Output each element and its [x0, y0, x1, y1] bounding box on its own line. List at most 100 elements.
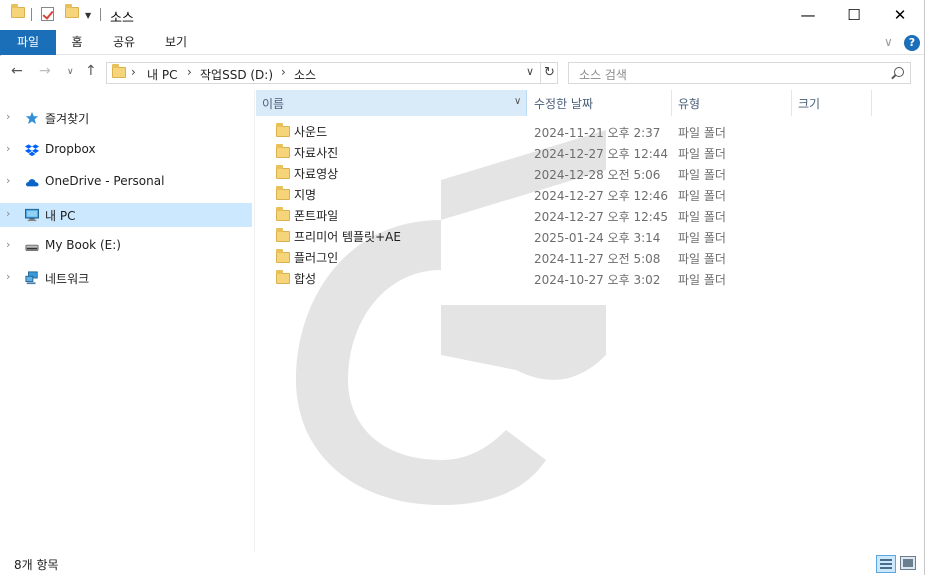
table-row[interactable]: 플러그인 2024-11-27 오전 5:08 파일 폴더: [256, 247, 910, 268]
file-name: 자료사진: [294, 146, 339, 160]
nav-item-dropbox[interactable]: › Dropbox: [0, 138, 252, 162]
address-bar[interactable]: › 내 PC › 작업SSD (D:) › 소스 ∨ ↻: [106, 62, 558, 84]
file-date: 2024-11-27 오전 5:08: [534, 252, 661, 266]
folder-icon: [276, 144, 290, 158]
maximize-button[interactable]: ☐: [831, 0, 877, 30]
folder-icon: [276, 270, 290, 284]
toolbar-divider: [100, 8, 101, 21]
nav-item-quick-access[interactable]: › 즐겨찾기: [0, 106, 252, 130]
expand-ribbon-icon[interactable]: ∨: [884, 35, 893, 49]
nav-item-my-book[interactable]: › My Book (E:): [0, 234, 252, 258]
file-type: 파일 폴더: [678, 168, 726, 182]
back-arrow-icon[interactable]: ←: [11, 63, 23, 79]
table-row[interactable]: 합성 2024-10-27 오후 3:02 파일 폴더: [256, 268, 910, 289]
window-title: 소스: [110, 11, 134, 26]
column-header-label: 이름: [262, 97, 285, 111]
nav-item-label: 네트워크: [45, 272, 90, 286]
file-name: 지명: [294, 188, 317, 202]
dropbox-icon: [25, 144, 39, 157]
file-type: 파일 폴더: [678, 210, 726, 224]
tab-share[interactable]: 공유: [106, 30, 142, 55]
column-header-date[interactable]: 수정한 날짜: [528, 90, 672, 116]
column-filter-dropdown-icon[interactable]: ∨: [514, 96, 521, 107]
column-header-size[interactable]: 크기: [792, 90, 872, 116]
minimize-button[interactable]: —: [785, 0, 831, 30]
folder-icon: [276, 165, 290, 179]
nav-item-this-pc[interactable]: › 내 PC: [0, 203, 252, 227]
file-type: 파일 폴더: [678, 252, 726, 266]
toolbar-divider: [31, 8, 32, 21]
drive-icon: [25, 244, 39, 251]
refresh-icon[interactable]: ↻: [540, 63, 558, 83]
up-arrow-icon[interactable]: ↑: [85, 63, 97, 79]
address-dropdown-icon[interactable]: ∨: [526, 65, 534, 78]
column-header-type[interactable]: 유형: [672, 90, 792, 116]
search-icon[interactable]: [894, 67, 904, 77]
nav-item-label: Dropbox: [45, 142, 96, 156]
network-icon: [25, 271, 38, 285]
folder-icon: [276, 186, 290, 200]
large-icons-view-icon[interactable]: [900, 556, 916, 570]
file-type: 파일 폴더: [678, 231, 726, 245]
details-view-icon[interactable]: [876, 555, 896, 573]
file-name: 프리미어 템플릿+AE: [294, 230, 401, 244]
expand-arrow-icon[interactable]: ›: [6, 142, 10, 155]
chevron-right-icon[interactable]: ›: [281, 65, 286, 79]
column-header-label: 수정한 날짜: [534, 97, 594, 111]
new-folder-icon[interactable]: [65, 4, 79, 18]
file-date: 2024-12-27 오후 12:45: [534, 210, 669, 224]
file-name: 자료영상: [294, 167, 339, 181]
file-list: 이름 ^ ∨ 수정한 날짜 유형 크기 사운드 2024-11-21 오후 2:…: [256, 90, 910, 552]
expand-arrow-icon[interactable]: ›: [6, 174, 10, 187]
nav-item-label: My Book (E:): [45, 238, 121, 252]
file-type: 파일 폴더: [678, 189, 726, 203]
nav-item-network[interactable]: › 네트워크: [0, 266, 252, 290]
table-row[interactable]: 폰트파일 2024-12-27 오후 12:45 파일 폴더: [256, 205, 910, 226]
file-name: 사운드: [294, 125, 328, 139]
search-placeholder: 소스 검색: [579, 68, 627, 82]
ribbon-tabs: 파일 홈 공유 보기 ∨ ?: [0, 30, 925, 55]
table-row[interactable]: 자료영상 2024-12-28 오전 5:06 파일 폴더: [256, 163, 910, 184]
file-type: 파일 폴더: [678, 273, 726, 287]
forward-arrow-icon[interactable]: →: [39, 63, 51, 79]
file-name: 폰트파일: [294, 209, 339, 223]
breadcrumb-drive-d[interactable]: 작업SSD (D:): [200, 66, 273, 83]
nav-item-label: 내 PC: [45, 209, 76, 223]
nav-item-onedrive[interactable]: › OneDrive - Personal: [0, 170, 252, 194]
column-header-label: 유형: [678, 97, 701, 111]
expand-arrow-icon[interactable]: ›: [6, 207, 10, 220]
customize-quick-access-icon[interactable]: ▼: [85, 11, 91, 20]
help-icon[interactable]: ?: [904, 35, 920, 51]
tab-home[interactable]: 홈: [62, 30, 92, 55]
nav-item-label: OneDrive - Personal: [45, 174, 165, 188]
tab-file[interactable]: 파일: [0, 30, 56, 55]
file-date: 2024-12-28 오전 5:06: [534, 168, 661, 182]
navigation-bar: ← → ∨ ↑ › 내 PC › 작업SSD (D:) › 소스 ∨ ↻ 소스 …: [0, 56, 925, 90]
file-date: 2024-12-27 오후 12:46: [534, 189, 669, 203]
folder-icon: [11, 4, 25, 18]
nav-item-label: 즐겨찾기: [45, 112, 90, 126]
chevron-right-icon[interactable]: ›: [187, 65, 192, 79]
expand-arrow-icon[interactable]: ›: [6, 270, 10, 283]
file-date: 2024-11-21 오후 2:37: [534, 126, 661, 140]
expand-arrow-icon[interactable]: ›: [6, 238, 10, 251]
table-row[interactable]: 자료사진 2024-12-27 오후 12:44 파일 폴더: [256, 142, 910, 163]
breadcrumb-current-folder[interactable]: 소스: [294, 66, 316, 83]
properties-icon[interactable]: [41, 7, 54, 21]
close-button[interactable]: ✕: [877, 0, 923, 30]
file-date: 2024-12-27 오후 12:44: [534, 147, 669, 161]
chevron-right-icon[interactable]: ›: [131, 65, 136, 79]
sort-ascending-icon: ^: [392, 90, 402, 98]
breadcrumb-this-pc[interactable]: 내 PC: [147, 66, 177, 83]
recent-locations-icon[interactable]: ∨: [67, 67, 74, 77]
column-header-name[interactable]: 이름 ^ ∨: [256, 90, 527, 116]
table-row[interactable]: 사운드 2024-11-21 오후 2:37 파일 폴더: [256, 121, 910, 142]
folder-icon: [276, 228, 290, 242]
folder-icon: [112, 64, 126, 78]
tab-view[interactable]: 보기: [158, 30, 194, 55]
search-input[interactable]: 소스 검색: [568, 62, 911, 84]
table-row[interactable]: 프리미어 템플릿+AE 2025-01-24 오후 3:14 파일 폴더: [256, 226, 910, 247]
computer-icon: [25, 208, 39, 222]
table-row[interactable]: 지명 2024-12-27 오후 12:46 파일 폴더: [256, 184, 910, 205]
expand-arrow-icon[interactable]: ›: [6, 110, 10, 123]
